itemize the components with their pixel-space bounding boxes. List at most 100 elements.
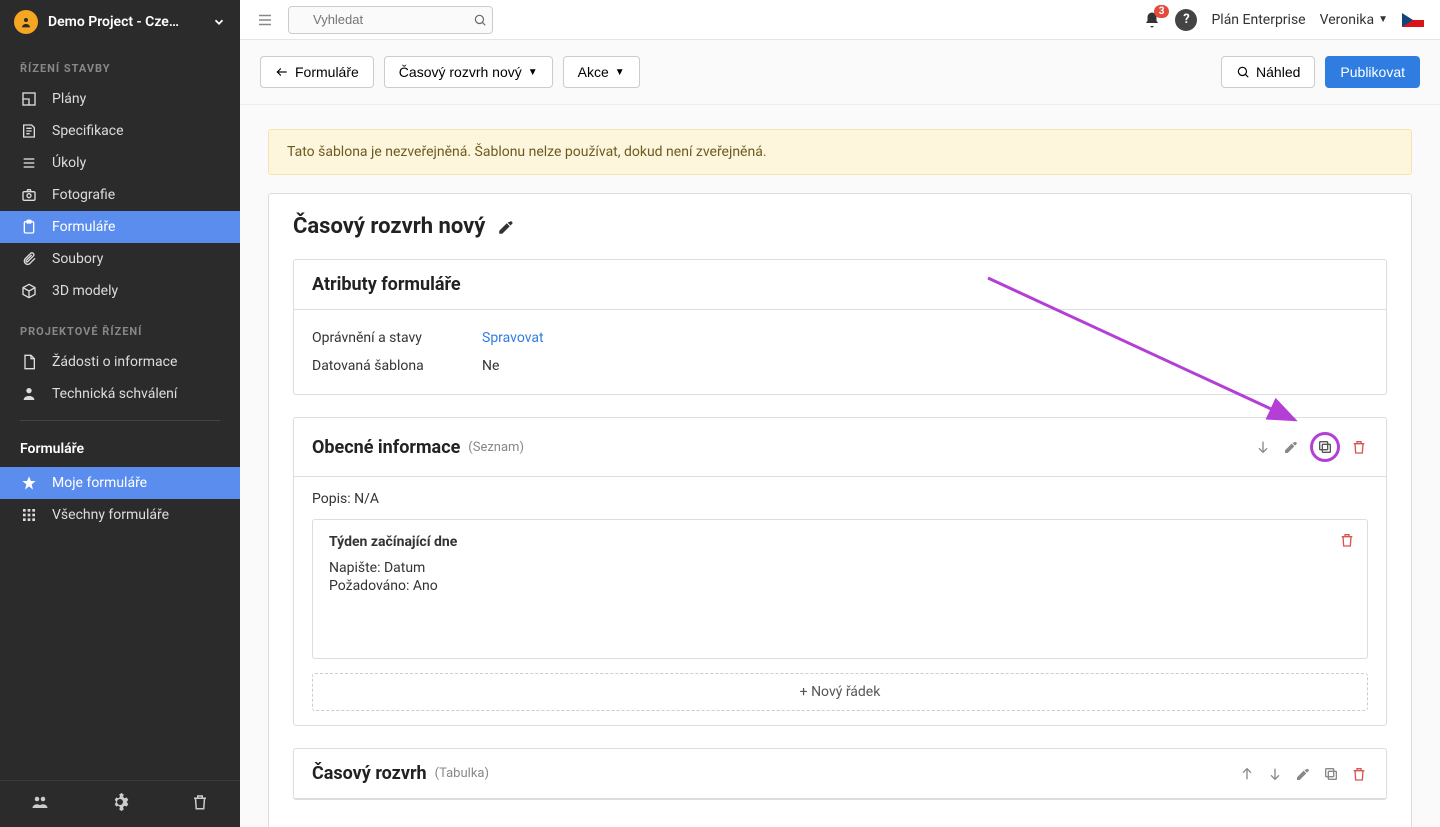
sidebar-item-label: Všechny formuláře: [52, 507, 169, 523]
pencil-icon[interactable]: [1294, 765, 1312, 783]
sidebar-item-tasks[interactable]: Úkoly: [0, 147, 240, 179]
sidebar-section-construction: ŘÍZENÍ STAVBY: [0, 44, 240, 83]
search-icon[interactable]: [473, 13, 487, 27]
sidebar-item-plans[interactable]: Plány: [0, 83, 240, 115]
help-button[interactable]: ?: [1175, 9, 1197, 31]
toolbar: Formuláře Časový rozvrh nový ▼ Akce ▼ Ná…: [240, 40, 1440, 105]
sidebar-item-label: 3D modely: [52, 283, 118, 299]
form-title: Časový rozvrh nový: [293, 214, 485, 239]
preview-button-label: Náhled: [1256, 64, 1300, 80]
user-menu[interactable]: Veronika ▼: [1320, 12, 1388, 28]
spec-icon: [20, 123, 38, 139]
unpublished-alert: Tato šablona je nezveřejněná. Šablonu ne…: [268, 129, 1412, 175]
sidebar-item-specifications[interactable]: Specifikace: [0, 115, 240, 147]
attr-row-dated-template: Datovaná šablona Ne: [312, 352, 1368, 380]
back-button[interactable]: Formuláře: [260, 56, 374, 88]
star-icon: [20, 475, 38, 491]
chevron-down-icon: [212, 15, 226, 29]
preview-button[interactable]: Náhled: [1221, 56, 1315, 88]
sidebar-item-all-forms[interactable]: Všechny formuláře: [0, 499, 240, 531]
section-title: Obecné informace: [312, 437, 460, 458]
publish-button[interactable]: Publikovat: [1325, 56, 1420, 88]
camera-icon: [20, 187, 38, 203]
sidebar: Demo Project - Cze… ŘÍZENÍ STAVBY Plány …: [0, 0, 240, 827]
edit-title-icon[interactable]: [497, 218, 515, 236]
sidebar-item-photos[interactable]: Fotografie: [0, 179, 240, 211]
plan-link[interactable]: Plán Enterprise: [1211, 12, 1305, 28]
trash-icon[interactable]: [1350, 765, 1368, 783]
sidebar-item-label: Moje formuláře: [52, 475, 147, 491]
content-scroll[interactable]: Tato šablona je nezveřejněná. Šablonu ne…: [240, 105, 1440, 827]
gear-icon[interactable]: [111, 793, 129, 811]
cube-icon: [20, 283, 38, 299]
trash-icon[interactable]: [1339, 532, 1355, 548]
grid-icon: [20, 507, 38, 523]
copy-icon[interactable]: [1310, 432, 1340, 462]
pencil-icon[interactable]: [1282, 438, 1300, 456]
sidebar-sub-header: Formuláře: [0, 431, 240, 467]
search-input[interactable]: [288, 6, 493, 34]
desc-label: Popis:: [312, 491, 351, 507]
clipboard-icon: [20, 219, 38, 235]
user-name: Veronika: [1320, 12, 1374, 28]
sidebar-item-label: Plány: [52, 91, 86, 107]
attr-value: Ne: [482, 358, 499, 374]
back-button-label: Formuláře: [295, 64, 359, 80]
notification-badge: 3: [1154, 5, 1170, 18]
copy-icon[interactable]: [1322, 765, 1340, 783]
attr-value-manage-link[interactable]: Spravovat: [482, 330, 544, 346]
section-type-label: (Tabulka): [435, 766, 489, 781]
flag-cz-icon[interactable]: [1402, 13, 1424, 27]
template-dropdown[interactable]: Časový rozvrh nový ▼: [384, 56, 553, 88]
main-area: 3 ? Plán Enterprise Veronika ▼ Formuláře…: [240, 0, 1440, 827]
sidebar-item-label: Specifikace: [52, 123, 124, 139]
schedule-section: Časový rozvrh (Tabulka): [293, 748, 1387, 800]
person-icon: [20, 386, 38, 402]
sidebar-item-my-forms[interactable]: Moje formuláře: [0, 467, 240, 499]
field-card: Týden začínající dne Napište: Datum Poža…: [312, 519, 1368, 659]
sidebar-item-label: Soubory: [52, 251, 103, 267]
general-info-section: Obecné informace (Seznam): [293, 417, 1387, 726]
attributes-title: Atributy formuláře: [312, 274, 461, 295]
sidebar-item-label: Technická schválení: [52, 386, 177, 402]
arrow-down-icon[interactable]: [1266, 765, 1284, 783]
sidebar-item-forms[interactable]: Formuláře: [0, 211, 240, 243]
publish-button-label: Publikovat: [1340, 64, 1405, 80]
sidebar-item-files[interactable]: Soubory: [0, 243, 240, 275]
sidebar-item-approvals[interactable]: Technická schválení: [0, 378, 240, 410]
caret-down-icon: ▼: [528, 67, 538, 78]
trash-icon[interactable]: [1350, 438, 1368, 456]
actions-dropdown[interactable]: Akce ▼: [563, 56, 640, 88]
trash-icon[interactable]: [191, 793, 209, 811]
sidebar-footer: [0, 780, 240, 827]
topbar: 3 ? Plán Enterprise Veronika ▼: [240, 0, 1440, 40]
caret-down-icon: ▼: [1378, 14, 1388, 25]
actions-dropdown-label: Akce: [578, 64, 609, 80]
sidebar-item-3d-models[interactable]: 3D modely: [0, 275, 240, 307]
alert-text: Tato šablona je nezveřejněná. Šablonu ne…: [287, 144, 767, 160]
arrow-down-icon[interactable]: [1254, 438, 1272, 456]
field-required-line: Požadováno: Ano: [329, 578, 1351, 594]
sidebar-item-label: Žádosti o informace: [52, 354, 177, 370]
notifications-button[interactable]: 3: [1143, 11, 1161, 29]
app-logo-icon: [14, 10, 38, 34]
sidebar-item-rfi[interactable]: Žádosti o informace: [0, 346, 240, 378]
attachment-icon: [20, 251, 38, 267]
add-row-label: + Nový řádek: [800, 684, 881, 700]
plan-icon: [20, 91, 38, 107]
sidebar-item-label: Úkoly: [52, 155, 86, 171]
doc-icon: [20, 354, 38, 370]
project-switcher[interactable]: Demo Project - Cze…: [0, 0, 240, 44]
hamburger-icon[interactable]: [256, 11, 274, 29]
search-wrap: [288, 6, 493, 34]
section-title: Časový rozvrh: [312, 763, 427, 784]
sidebar-divider: [20, 420, 220, 421]
caret-down-icon: ▼: [615, 67, 625, 78]
people-icon[interactable]: [31, 793, 49, 811]
attr-row-permissions: Oprávnění a stavy Spravovat: [312, 324, 1368, 352]
arrow-up-icon[interactable]: [1238, 765, 1256, 783]
add-row-button[interactable]: + Nový řádek: [312, 673, 1368, 711]
sidebar-section-project-mgmt: PROJEKTOVÉ ŘÍZENÍ: [0, 307, 240, 346]
desc-value: N/A: [354, 491, 379, 507]
template-dropdown-label: Časový rozvrh nový: [399, 64, 522, 80]
